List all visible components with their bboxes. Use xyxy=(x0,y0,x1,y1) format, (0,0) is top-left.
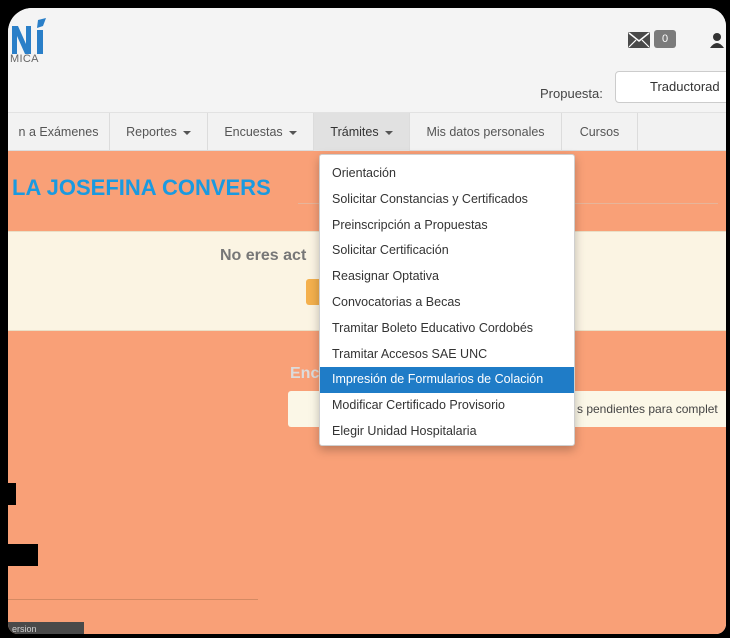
main-nav: n a Exámenes Reportes Encuestas Trámites… xyxy=(8,112,726,151)
menu-item-accesos-sae[interactable]: Tramitar Accesos SAE UNC xyxy=(320,342,574,368)
propuesta-select[interactable]: Traductorad xyxy=(615,71,726,103)
menu-item-preinscripcion[interactable]: Preinscripción a Propuestas xyxy=(320,213,574,239)
nav-item-reportes[interactable]: Reportes xyxy=(110,113,208,151)
chevron-down-icon xyxy=(182,130,191,135)
monitor-frame: MICA 0 Propuesta: Traductorad n a Exámen… xyxy=(0,0,730,638)
nav-item-label: n a Exámenes xyxy=(18,125,99,139)
chevron-down-icon xyxy=(288,130,297,135)
nav-item-cursos[interactable]: Cursos xyxy=(562,113,638,151)
page-header: MICA 0 Propuesta: Traductorad xyxy=(8,8,726,112)
redaction-block xyxy=(8,483,16,505)
university-logo xyxy=(12,18,46,54)
menu-item-unidad-hospitalaria[interactable]: Elegir Unidad Hospitalaria xyxy=(320,419,574,445)
mail-count-badge: 0 xyxy=(654,30,676,48)
nav-item-label: Mis datos personales xyxy=(426,125,545,139)
menu-item-formularios-colacion[interactable]: Impresión de Formularios de Colación xyxy=(320,367,574,394)
nav-item-mis-datos[interactable]: Mis datos personales xyxy=(410,113,562,151)
encuestas-heading: Enc xyxy=(290,365,320,382)
menu-item-certificado-provisorio[interactable]: Modificar Certificado Provisorio xyxy=(320,393,574,419)
menu-item-certificacion[interactable]: Solicitar Certificación xyxy=(320,238,574,264)
browser-viewport: MICA 0 Propuesta: Traductorad n a Exámen… xyxy=(8,8,726,634)
logo-subtitle: MICA xyxy=(10,53,39,65)
nav-item-tramites[interactable]: Trámites xyxy=(314,113,410,151)
nav-item-label: Encuestas xyxy=(224,125,283,139)
nav-item-examenes[interactable]: n a Exámenes xyxy=(8,113,110,151)
alert-message: No eres act xyxy=(220,247,307,264)
menu-item-becas[interactable]: Convocatorias a Becas xyxy=(320,290,574,316)
redaction-block xyxy=(8,544,38,566)
menu-item-orientacion[interactable]: Orientación xyxy=(320,161,574,187)
user-icon[interactable] xyxy=(710,32,724,48)
menu-item-boleto[interactable]: Tramitar Boleto Educativo Cordobés xyxy=(320,316,574,342)
tramites-dropdown-menu: Orientación Solicitar Constancias y Cert… xyxy=(319,154,575,446)
propuesta-label: Propuesta: xyxy=(540,86,603,101)
mail-icon[interactable] xyxy=(628,32,650,48)
nav-item-encuestas[interactable]: Encuestas xyxy=(208,113,314,151)
nav-item-label: Reportes xyxy=(126,125,177,139)
menu-item-constancias[interactable]: Solicitar Constancias y Certificados xyxy=(320,187,574,213)
encuestas-info-text: s pendientes para complet xyxy=(577,402,718,416)
nav-item-label: Trámites xyxy=(330,125,379,139)
chevron-down-icon xyxy=(384,130,393,135)
nav-item-label: Cursos xyxy=(579,125,620,139)
footer-divider xyxy=(8,599,258,600)
student-name: LA JOSEFINA CONVERS xyxy=(12,175,271,200)
menu-item-optativa[interactable]: Reasignar Optativa xyxy=(320,264,574,290)
version-tag: ersion xyxy=(8,622,84,634)
